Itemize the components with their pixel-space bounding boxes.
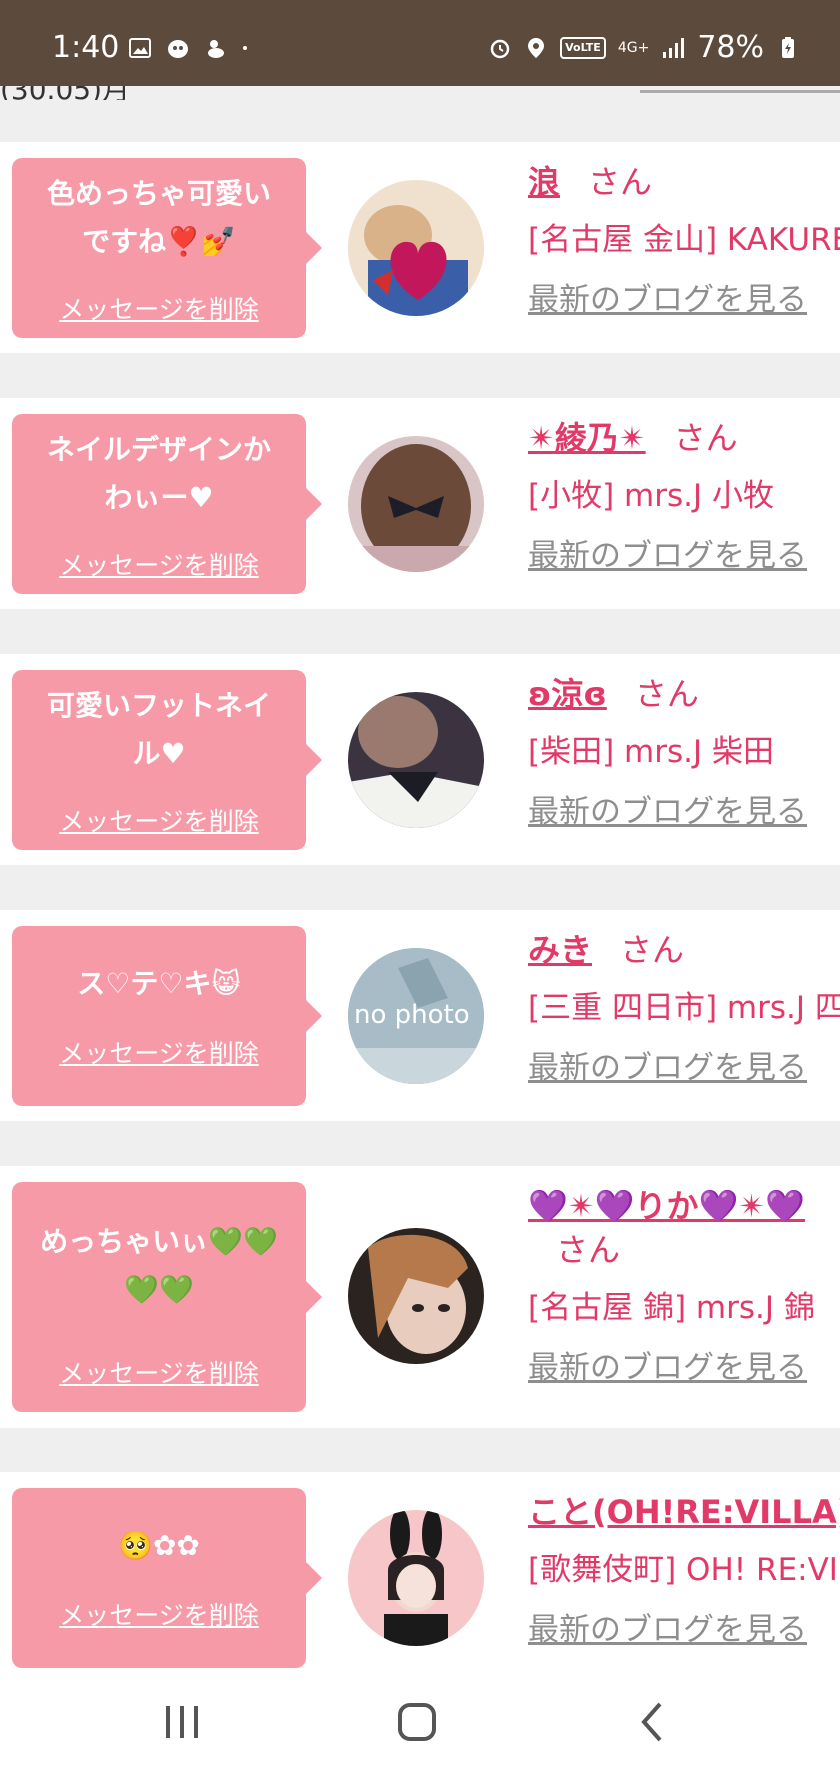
message-bubble: ス♡テ♡キ😸 メッセージを削除 [12, 926, 322, 1106]
top-partial-text: (30.05)月 [0, 86, 130, 100]
back-icon[interactable] [622, 1692, 682, 1752]
avatar[interactable] [348, 436, 484, 572]
avatar[interactable] [348, 692, 484, 828]
gallery-icon [129, 38, 151, 58]
avatar-photo-image [348, 1228, 484, 1364]
navigation-bar [0, 1672, 840, 1773]
honorific: さん [556, 1231, 621, 1269]
latest-blog-link[interactable]: 最新のブログを見る [528, 790, 840, 834]
message-bubble: 色めっちゃ可愛い ですね❣️💅 メッセージを削除 [12, 158, 322, 338]
avatar-hair-image [348, 436, 484, 572]
shop-name: [名古屋 錦] mrs.J 錦 [528, 1290, 815, 1326]
message-card: 色めっちゃ可愛い ですね❣️💅 メッセージを削除 浪さん [名古屋 金山] KA… [0, 142, 840, 353]
girl-name-link[interactable]: 💜✴︎💜りか💜✴︎💜 [528, 1187, 805, 1225]
network-type: 4G+ [617, 39, 650, 56]
top-partial-link[interactable] [640, 90, 840, 93]
signal-icon [663, 37, 685, 58]
card-info: ✴︎綾乃✴︎ さん [小牧] mrs.J 小牧 最新のブログを見る [528, 416, 840, 578]
message-text: めっちゃいぃ💚💚 💚💚 [40, 1225, 278, 1306]
avatar-bunny-image [348, 1510, 484, 1646]
no-photo-label: no photo [354, 1000, 470, 1030]
status-time: 1:40 [52, 30, 120, 65]
girl-name-link[interactable]: こと(OH!RE:VILLA) [528, 1493, 840, 1531]
card-info: みきさん [三重 四日市] mrs.J 四日市 最新のブログを見る [528, 928, 840, 1090]
shop-name: [歌舞伎町] OH! RE:VILLA [528, 1552, 840, 1588]
girl-name-link[interactable]: ✴︎綾乃✴︎ [528, 419, 646, 457]
message-card: 🥺✿✿ メッセージを削除 こと(OH!RE:VILLA)さん [歌舞伎町] OH… [0, 1472, 840, 1683]
status-bar: 1:40 VoLTE 4G+ 78% [0, 0, 840, 86]
delete-message-link[interactable]: メッセージを削除 [12, 546, 306, 582]
alarm-icon [490, 39, 510, 58]
delete-message-link[interactable]: メッセージを削除 [12, 290, 306, 326]
message-text: ネイルデザインか わぃー♥ [46, 433, 271, 514]
delete-message-link[interactable]: メッセージを削除 [12, 1034, 306, 1070]
honorific: さん [588, 163, 653, 201]
girl-name-link[interactable]: ʚ涼ɞ [528, 675, 607, 713]
shop-name: [柴田] mrs.J 柴田 [528, 734, 774, 770]
volte-badge: VoLTE [560, 36, 606, 59]
latest-blog-link[interactable]: 最新のブログを見る [528, 534, 840, 578]
message-text: 可愛いフットネイ ル♥ [46, 689, 271, 770]
avatar[interactable] [348, 1510, 484, 1646]
latest-blog-link[interactable]: 最新のブログを見る [528, 278, 840, 322]
battery-charging-icon [782, 36, 794, 58]
avatar[interactable] [348, 180, 484, 316]
duck-icon [208, 40, 224, 58]
message-bubble: めっちゃいぃ💚💚 💚💚 メッセージを削除 [12, 1182, 322, 1412]
card-info: こと(OH!RE:VILLA)さん [歌舞伎町] OH! RE:VILLA 最新… [528, 1490, 840, 1652]
girl-name-link[interactable]: みき [528, 931, 592, 969]
home-icon[interactable] [387, 1692, 447, 1752]
message-card: ネイルデザインか わぃー♥ メッセージを削除 ✴︎綾乃✴︎ さん [小牧] mrs… [0, 398, 840, 609]
message-text: ス♡テ♡キ😸 [77, 967, 241, 1000]
top-partial-row: (30.05)月 [0, 86, 840, 100]
message-card: めっちゃいぃ💚💚 💚💚 メッセージを削除 💜✴︎💜りか💜✴︎💜 さん [名古屋 錦… [0, 1166, 840, 1428]
latest-blog-link[interactable]: 最新のブログを見る [528, 1046, 840, 1090]
honorific: さん [634, 675, 699, 713]
latest-blog-link[interactable]: 最新のブログを見る [528, 1608, 840, 1652]
card-info: 浪さん [名古屋 金山] KAKURE 最新のブログを見る [528, 160, 840, 322]
shop-name: [小牧] mrs.J 小牧 [528, 478, 774, 514]
battery-percent: 78% [697, 30, 764, 65]
shop-name: [名古屋 金山] KAKURE [528, 222, 840, 258]
app-notification-icon [168, 40, 188, 58]
message-text: 色めっちゃ可愛い ですね❣️💅 [46, 177, 271, 258]
avatar[interactable] [348, 1228, 484, 1364]
delete-message-link[interactable]: メッセージを削除 [12, 1354, 306, 1390]
latest-blog-link[interactable]: 最新のブログを見る [528, 1346, 840, 1390]
recent-apps-icon[interactable] [152, 1692, 212, 1752]
location-icon [528, 37, 545, 58]
message-bubble: 可愛いフットネイ ル♥ メッセージを削除 [12, 670, 322, 850]
message-text: 🥺✿✿ [118, 1529, 200, 1562]
avatar-photo-image [348, 692, 484, 828]
delete-message-link[interactable]: メッセージを削除 [12, 1596, 306, 1632]
message-card: 可愛いフットネイ ル♥ メッセージを削除 ʚ涼ɞ さん [柴田] mrs.J 柴田… [0, 654, 840, 865]
girl-name-link[interactable]: 浪 [528, 163, 560, 201]
message-card: ス♡テ♡キ😸 メッセージを削除 no photo みき さん [三重 四日市] m… [0, 910, 840, 1121]
honorific: さん [673, 419, 738, 457]
avatar[interactable]: no photo [348, 948, 484, 1084]
honorific: さん [620, 931, 685, 969]
delete-message-link[interactable]: メッセージを削除 [12, 802, 306, 838]
message-bubble: ネイルデザインか わぃー♥ メッセージを削除 [12, 414, 322, 594]
message-bubble: 🥺✿✿ メッセージを削除 [12, 1488, 322, 1668]
shop-name: [三重 四日市] mrs.J 四日市 [528, 990, 840, 1026]
more-dot-icon [243, 46, 247, 50]
card-info: 💜✴︎💜りか💜✴︎💜 さん [名古屋 錦] mrs.J 錦 最新のブログを見る [528, 1184, 840, 1390]
avatar-heart-image [348, 180, 484, 316]
card-info: ʚ涼ɞ さん [柴田] mrs.J 柴田 最新のブログを見る [528, 672, 840, 834]
